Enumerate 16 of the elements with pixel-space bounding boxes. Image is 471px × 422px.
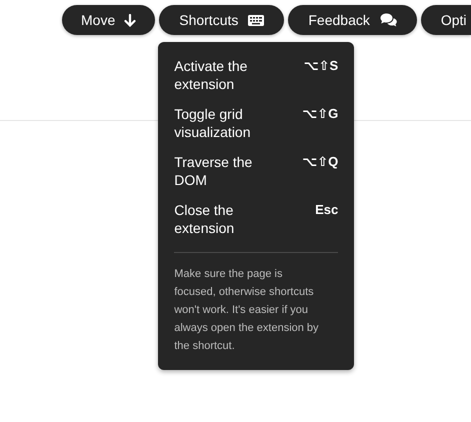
arrow-down-icon: [124, 14, 136, 26]
shortcut-keys: ⌥⇧S: [304, 57, 338, 75]
toolbar-button[interactable]: Move: [62, 5, 156, 35]
shortcut-keys: ⌥⇧G: [302, 105, 338, 123]
toolbar-button[interactable]: Shortcuts: [159, 5, 284, 35]
shortcut-action: Activate the extension: [174, 57, 248, 93]
shortcut-action: Close the extension: [174, 201, 236, 237]
chat-icon: [380, 13, 397, 27]
shortcut-action: Toggle grid visualization: [174, 105, 252, 141]
shortcut-note: Make sure the page is focused, otherwise shortcuts won't work. It's easier if you always open the extension by the shortcut.: [174, 267, 320, 354]
keyboard-icon: [248, 14, 264, 26]
shortcut-keys: ⌥⇧Q: [302, 153, 338, 171]
toolbar-button[interactable]: Opti: [420, 5, 471, 35]
shortcut-keys: Esc: [315, 201, 338, 219]
shortcut-action: Traverse the DOM: [174, 153, 254, 189]
toolbar-button[interactable]: Feedback: [288, 5, 417, 35]
